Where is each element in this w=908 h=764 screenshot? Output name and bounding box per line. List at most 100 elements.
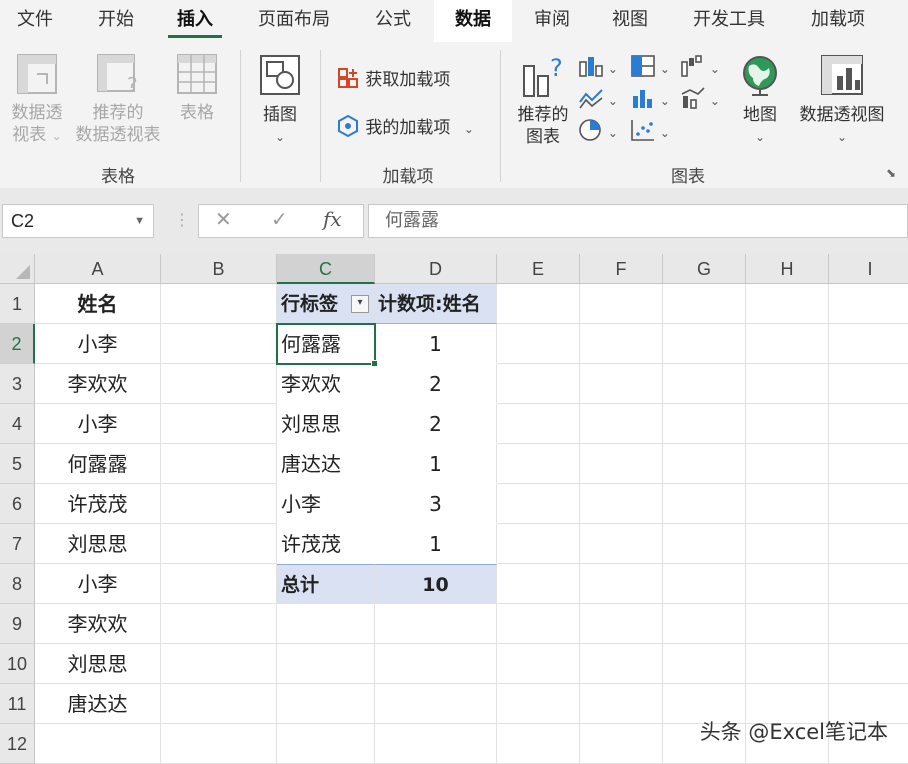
cell-d6[interactable]: 3 bbox=[375, 484, 497, 524]
cell-h5[interactable] bbox=[746, 444, 829, 484]
cell-c4[interactable]: 刘思思 bbox=[277, 404, 375, 444]
scatter-chart-button[interactable]: ⌄ bbox=[630, 118, 670, 144]
cell-h4[interactable] bbox=[746, 404, 829, 444]
row-header-8[interactable]: 8 bbox=[0, 564, 35, 604]
cell-h6[interactable] bbox=[746, 484, 829, 524]
cell-f9[interactable] bbox=[580, 604, 663, 644]
cell-i6[interactable] bbox=[829, 484, 908, 524]
cell-d1[interactable]: 计数项:姓名 bbox=[375, 284, 497, 324]
cell-a2[interactable]: 小李 bbox=[35, 324, 161, 364]
my-addins-button[interactable]: 我的加载项 ⌄ bbox=[336, 114, 474, 140]
cell-i9[interactable] bbox=[829, 604, 908, 644]
cell-c12[interactable] bbox=[277, 724, 375, 764]
cell-d4[interactable]: 2 bbox=[375, 404, 497, 444]
cell-g1[interactable] bbox=[663, 284, 746, 324]
cell-g10[interactable] bbox=[663, 644, 746, 684]
cell-b5[interactable] bbox=[161, 444, 277, 484]
row-header-9[interactable]: 9 bbox=[0, 604, 35, 644]
column-header-a[interactable]: A bbox=[35, 254, 161, 284]
tab-developer[interactable]: 开发工具 bbox=[680, 0, 778, 42]
cell-b3[interactable] bbox=[161, 364, 277, 404]
line-chart-button[interactable]: ⌄ bbox=[578, 86, 618, 112]
cell-e11[interactable] bbox=[497, 684, 580, 724]
illustrations-button[interactable]: 插图 ⌄ bbox=[250, 52, 310, 148]
cell-d2[interactable]: 1 bbox=[375, 324, 497, 364]
cell-h2[interactable] bbox=[746, 324, 829, 364]
column-header-e[interactable]: E bbox=[497, 254, 580, 284]
combo-chart-button[interactable]: ⌄ bbox=[680, 86, 720, 112]
cell-f12[interactable] bbox=[580, 724, 663, 764]
cell-i8[interactable] bbox=[829, 564, 908, 604]
row-header-10[interactable]: 10 bbox=[0, 644, 35, 684]
cell-b10[interactable] bbox=[161, 644, 277, 684]
cell-a8[interactable]: 小李 bbox=[35, 564, 161, 604]
pie-chart-button[interactable]: ⌄ bbox=[578, 118, 618, 144]
row-header-12[interactable]: 12 bbox=[0, 724, 35, 764]
cell-i2[interactable] bbox=[829, 324, 908, 364]
cell-f6[interactable] bbox=[580, 484, 663, 524]
cell-f2[interactable] bbox=[580, 324, 663, 364]
cell-e6[interactable] bbox=[497, 484, 580, 524]
cell-c5[interactable]: 唐达达 bbox=[277, 444, 375, 484]
statistic-chart-button[interactable]: ⌄ bbox=[630, 86, 670, 112]
row-header-11[interactable]: 11 bbox=[0, 684, 35, 724]
cell-c8[interactable]: 总计 bbox=[277, 564, 375, 604]
cell-g3[interactable] bbox=[663, 364, 746, 404]
cell-a5[interactable]: 何露露 bbox=[35, 444, 161, 484]
cell-g8[interactable] bbox=[663, 564, 746, 604]
cell-f4[interactable] bbox=[580, 404, 663, 444]
row-header-6[interactable]: 6 bbox=[0, 484, 35, 524]
cell-h8[interactable] bbox=[746, 564, 829, 604]
cell-c10[interactable] bbox=[277, 644, 375, 684]
formula-input[interactable]: 何露露 bbox=[368, 204, 908, 238]
tab-home[interactable]: 开始 bbox=[86, 0, 146, 42]
cell-e1[interactable] bbox=[497, 284, 580, 324]
cell-g7[interactable] bbox=[663, 524, 746, 564]
cell-c6[interactable]: 小李 bbox=[277, 484, 375, 524]
cell-h7[interactable] bbox=[746, 524, 829, 564]
cell-e9[interactable] bbox=[497, 604, 580, 644]
column-header-b[interactable]: B bbox=[161, 254, 277, 284]
cell-h9[interactable] bbox=[746, 604, 829, 644]
cell-d10[interactable] bbox=[375, 644, 497, 684]
column-chart-button[interactable]: ⌄ bbox=[578, 54, 618, 80]
cell-e5[interactable] bbox=[497, 444, 580, 484]
cell-a7[interactable]: 刘思思 bbox=[35, 524, 161, 564]
cell-e8[interactable] bbox=[497, 564, 580, 604]
cell-g9[interactable] bbox=[663, 604, 746, 644]
cell-c3[interactable]: 李欢欢 bbox=[277, 364, 375, 404]
cell-c7[interactable]: 许茂茂 bbox=[277, 524, 375, 564]
cell-i10[interactable] bbox=[829, 644, 908, 684]
tab-file[interactable]: 文件 bbox=[4, 0, 66, 42]
cell-e3[interactable] bbox=[497, 364, 580, 404]
cell-a11[interactable]: 唐达达 bbox=[35, 684, 161, 724]
cell-h10[interactable] bbox=[746, 644, 829, 684]
name-box-dropdown-icon[interactable]: ▼ bbox=[134, 205, 145, 237]
row-header-5[interactable]: 5 bbox=[0, 444, 35, 484]
cell-c11[interactable] bbox=[277, 684, 375, 724]
cell-f11[interactable] bbox=[580, 684, 663, 724]
cell-i7[interactable] bbox=[829, 524, 908, 564]
cell-b7[interactable] bbox=[161, 524, 277, 564]
cell-f5[interactable] bbox=[580, 444, 663, 484]
cell-e10[interactable] bbox=[497, 644, 580, 684]
cell-g4[interactable] bbox=[663, 404, 746, 444]
tab-page-layout[interactable]: 页面布局 bbox=[246, 0, 342, 42]
cell-d5[interactable]: 1 bbox=[375, 444, 497, 484]
cell-i1[interactable] bbox=[829, 284, 908, 324]
insert-function-icon[interactable]: fx bbox=[323, 207, 342, 231]
column-header-f[interactable]: F bbox=[580, 254, 663, 284]
cell-b4[interactable] bbox=[161, 404, 277, 444]
tab-addins[interactable]: 加载项 bbox=[798, 0, 878, 42]
cell-g6[interactable] bbox=[663, 484, 746, 524]
cell-b6[interactable] bbox=[161, 484, 277, 524]
cell-b2[interactable] bbox=[161, 324, 277, 364]
cell-b8[interactable] bbox=[161, 564, 277, 604]
row-header-7[interactable]: 7 bbox=[0, 524, 35, 564]
cell-c9[interactable] bbox=[277, 604, 375, 644]
cell-a9[interactable]: 李欢欢 bbox=[35, 604, 161, 644]
cell-a3[interactable]: 李欢欢 bbox=[35, 364, 161, 404]
cell-h3[interactable] bbox=[746, 364, 829, 404]
tab-formulas[interactable]: 公式 bbox=[362, 0, 424, 42]
select-all-corner[interactable] bbox=[0, 254, 35, 284]
